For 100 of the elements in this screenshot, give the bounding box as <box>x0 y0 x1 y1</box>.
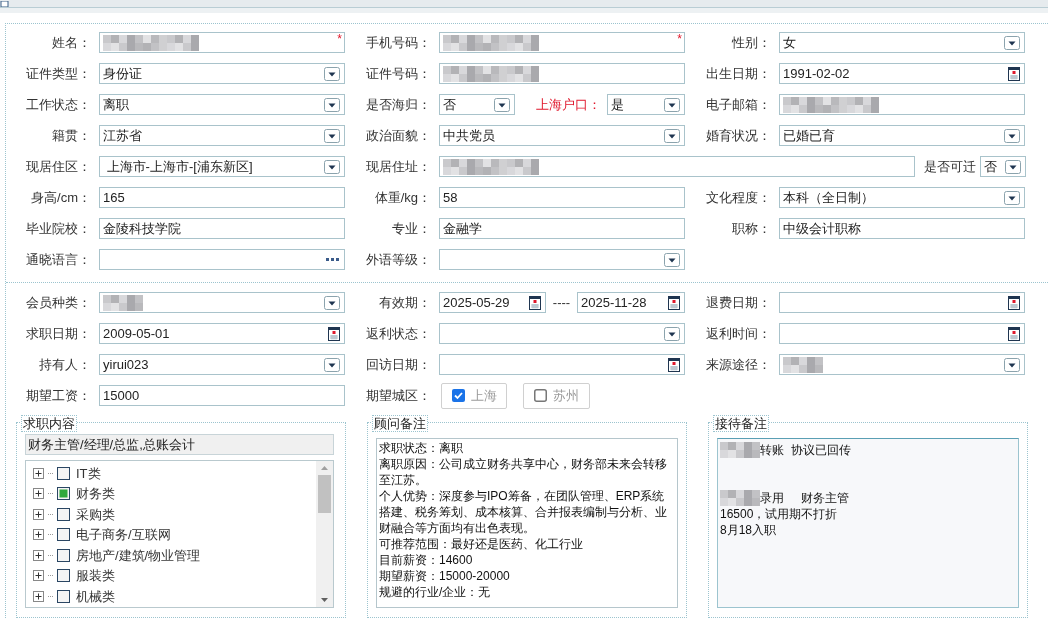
notes-paragraph: 规避的行业/企业：无 <box>379 584 492 600</box>
calendar-icon[interactable] <box>529 295 541 310</box>
field-value: 女 <box>783 33 796 52</box>
date-field[interactable]: 1991-02-02 <box>779 63 1025 84</box>
field-label: 期望城区： <box>366 386 431 405</box>
checkbox-icon[interactable] <box>57 466 70 480</box>
calendar-icon[interactable] <box>1008 295 1020 310</box>
field-value: 江苏省 <box>103 126 142 145</box>
field-value: 否 <box>443 95 456 114</box>
dropdown[interactable]: 离职 <box>99 94 345 115</box>
section-legend: 顾问备注 <box>372 415 428 432</box>
selected-jobs-field[interactable]: 财务主管/经理/总监,总账会计 <box>25 434 334 455</box>
dropdown[interactable]: 江苏省 <box>99 125 345 146</box>
expand-plus-icon[interactable] <box>33 549 44 561</box>
field-value: 2009-05-01 <box>103 324 170 343</box>
checkbox-icon[interactable] <box>57 528 70 542</box>
required-mark: * <box>677 31 682 48</box>
date-field[interactable]: 2025-11-28 <box>577 292 685 313</box>
dropdown[interactable]: 否 <box>980 156 1026 177</box>
calendar-icon[interactable] <box>1008 326 1020 341</box>
field-value: 离职 <box>103 95 129 114</box>
tree-item[interactable]: 电子商务/互联网 <box>33 524 316 545</box>
readonly-notes-area[interactable]: 转账 协议已回传 录用 财务主管 16500，试用期不打折 8月18入职 <box>717 438 1019 608</box>
expand-plus-icon[interactable] <box>33 488 44 500</box>
dropdown[interactable]: 本科（全日制） <box>779 187 1025 208</box>
checkbox-checked-icon[interactable] <box>452 389 465 402</box>
input-field[interactable]: 15000 <box>99 385 345 406</box>
expand-plus-icon[interactable] <box>33 508 44 520</box>
partial-checkbox-icon[interactable] <box>57 487 70 501</box>
input-field[interactable]: 中级会计职称 <box>779 218 1025 239</box>
input-field[interactable]: * <box>99 32 345 53</box>
field-label: 回访日期： <box>366 355 431 374</box>
dropdown[interactable]: 是 <box>607 94 685 115</box>
ellipsis-icon[interactable] <box>326 257 340 262</box>
date-field[interactable]: 2009-05-01 <box>99 323 345 344</box>
checkbox-icon[interactable] <box>57 548 70 562</box>
notes-line: 16500，试用期不打折 <box>720 506 838 522</box>
tree-item[interactable]: 服装类 <box>33 565 316 586</box>
input-field[interactable] <box>439 63 685 84</box>
date-field[interactable] <box>779 292 1025 313</box>
input-field[interactable]: 165 <box>99 187 345 208</box>
field-value: 中级会计职称 <box>783 219 861 238</box>
field-label: 文化程度： <box>706 188 771 207</box>
dropdown[interactable]: yirui023 <box>99 354 345 375</box>
scrollbar-thumb[interactable] <box>318 475 331 513</box>
field-value: 身份证 <box>103 64 142 83</box>
calendar-icon[interactable] <box>1008 66 1020 81</box>
notes-paragraph: 求职状态：离职 <box>379 440 464 456</box>
field-value: 1991-02-02 <box>783 64 850 83</box>
input-field[interactable]: 58 <box>439 187 685 208</box>
notes-textarea[interactable]: 求职状态：离职 离职原因：公司成立财务共享中心，财务部未来会转移至江苏。 个人优势：深度参与IPO筹备，在团队管理、ERP系统搭建、税务筹划、成本核算、合并报表编制与分析、业财融合等方面均有出色表现。 可推荐范围：最好还是医药、化工行业 目前薪资：14600 期望薪资：15000-20000 规避的行业/企业：无 <box>376 438 678 608</box>
tree-item[interactable]: 财务类 <box>33 483 316 504</box>
field-label: 证件号码： <box>366 64 431 83</box>
tree-item[interactable]: 机械类 <box>33 586 316 607</box>
input-field[interactable] <box>779 94 1025 115</box>
field-label: 专业： <box>392 219 431 238</box>
notes-paragraph: 期望薪资：15000-20000 <box>379 568 511 584</box>
expand-plus-icon[interactable] <box>33 570 44 582</box>
expand-plus-icon[interactable] <box>33 467 44 479</box>
lookup-field[interactable] <box>99 249 345 270</box>
dropdown[interactable]: 否 <box>439 94 515 115</box>
input-field[interactable] <box>439 156 915 177</box>
field-value: 否 <box>984 157 997 176</box>
input-field[interactable]: * <box>439 32 685 53</box>
field-label: 性别： <box>732 33 771 52</box>
checkbox-icon[interactable] <box>57 589 70 603</box>
checkbox-icon[interactable] <box>57 569 70 583</box>
expand-plus-icon[interactable] <box>33 590 44 602</box>
dropdown[interactable]: 上海市-上海市-[浦东新区] <box>99 156 345 177</box>
field-value: 58 <box>443 188 458 207</box>
checkbox-icon[interactable] <box>534 389 547 402</box>
dropdown[interactable]: 女 <box>779 32 1025 53</box>
field-label: 籍贯： <box>52 126 91 145</box>
tree-item[interactable]: 采购类 <box>33 504 316 525</box>
field-label: 姓名： <box>52 33 91 52</box>
dropdown[interactable]: 已婚已育 <box>779 125 1025 146</box>
calendar-icon[interactable] <box>668 357 680 372</box>
date-field[interactable] <box>779 323 1025 344</box>
field-label: 婚育状况： <box>706 126 771 145</box>
calendar-icon[interactable] <box>668 295 680 310</box>
tree-item[interactable]: IT类 <box>33 463 316 484</box>
tree-item[interactable]: 房地产/建筑/物业管理 <box>33 545 316 566</box>
notes-paragraph: 目前薪资：14600 <box>379 552 474 568</box>
input-field[interactable]: 金陵科技学院 <box>99 218 345 239</box>
field-label: 职称： <box>732 219 771 238</box>
scrollbar[interactable] <box>316 461 333 607</box>
calendar-icon[interactable] <box>328 326 340 341</box>
field-label: 有效期： <box>379 293 431 312</box>
field-label: 来源途径： <box>706 355 771 374</box>
field-value: yirui023 <box>103 355 149 374</box>
date-field[interactable]: 2025-05-29 <box>439 292 546 313</box>
checkbox-icon[interactable] <box>57 507 70 521</box>
dropdown[interactable]: 中共党员 <box>439 125 685 146</box>
field-value: 本科（全日制） <box>783 188 874 207</box>
date-field[interactable] <box>439 354 685 375</box>
expand-plus-icon[interactable] <box>33 529 44 541</box>
field-label: 证件类型： <box>26 64 91 83</box>
field-value: 2025-11-28 <box>581 293 647 312</box>
dropdown[interactable]: 身份证 <box>99 63 345 84</box>
input-field[interactable]: 金融学 <box>439 218 685 239</box>
